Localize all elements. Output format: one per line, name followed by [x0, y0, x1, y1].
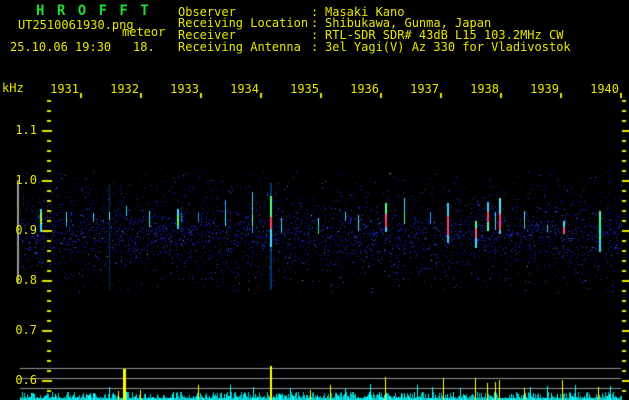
time-tick-label: 1934 [230, 82, 259, 96]
time-tick-label: 1933 [170, 82, 199, 96]
freq-tick-label: 0.6 [15, 373, 37, 387]
time-tick-label: 1935 [290, 82, 319, 96]
time-tick-label: 1931 [50, 82, 79, 96]
time-tick-label: 1936 [350, 82, 379, 96]
freq-axis-left: 1.1 1.0 0.9 0.8 0.7 0.6 [0, 0, 40, 400]
info-row-antenna: Receiving Antenna : 3el Yagi(V) Az 330 f… [0, 41, 629, 53]
time-tick-label: 1940 [590, 82, 619, 96]
time-axis: 1931 1932 1933 1934 1935 1936 1937 1938 1939 1940 [0, 83, 629, 95]
hrofft-output-window: H R O F F T UT2510061930.png meteor 25.1… [0, 0, 629, 400]
freq-tick-label: 0.7 [15, 323, 37, 337]
time-tick-label: 1939 [530, 82, 559, 96]
freq-tick-label: 0.8 [15, 273, 37, 287]
time-tick-label: 1938 [470, 82, 499, 96]
info-label: Receiving Antenna [178, 40, 301, 54]
freq-tick-label: 0.9 [15, 223, 37, 237]
info-value: 3el Yagi(V) Az 330 for Vladivostok [325, 40, 571, 54]
time-tick-label: 1937 [410, 82, 439, 96]
time-tick-label: 1932 [110, 82, 139, 96]
spectrogram-canvas [0, 0, 629, 400]
info-separator: : [311, 40, 319, 54]
freq-tick-label: 1.0 [15, 173, 37, 187]
freq-tick-label: 1.1 [15, 123, 37, 137]
